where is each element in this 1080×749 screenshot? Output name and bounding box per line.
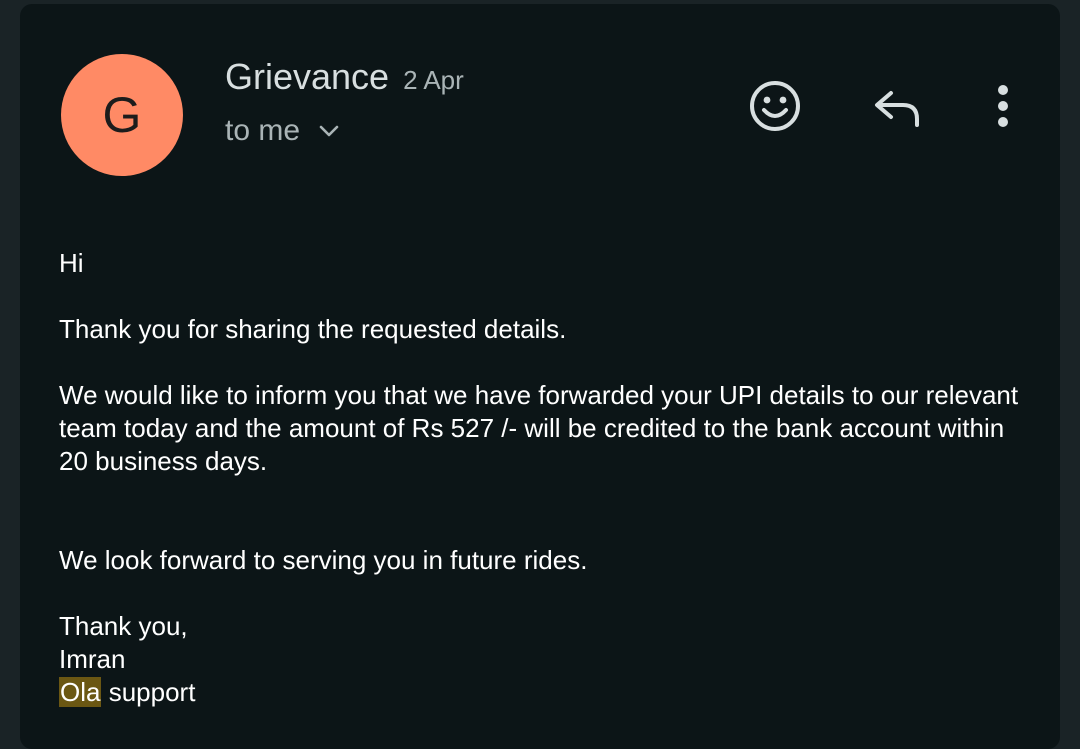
emoji-icon <box>750 81 800 131</box>
greeting-text: Hi <box>59 248 84 278</box>
more-options-button[interactable] <box>975 76 1031 136</box>
add-reaction-button[interactable] <box>745 76 805 136</box>
sender-name[interactable]: Grievance <box>225 56 389 98</box>
chevron-down-icon <box>318 120 340 142</box>
support-team-line: Ola support <box>59 676 195 709</box>
reply-button[interactable] <box>868 79 928 139</box>
search-highlight: Ola <box>59 677 102 707</box>
email-card: G Grievance 2 Apr to me Hi Thank you for… <box>20 4 1060 749</box>
sign-off-text: Thank you, <box>59 611 188 641</box>
sender-row: Grievance 2 Apr <box>225 56 464 98</box>
avatar-letter: G <box>102 87 142 143</box>
refund-info-text: We would like to inform you that we have… <box>59 380 1019 476</box>
recipient-details-toggle[interactable]: to me <box>225 114 340 148</box>
signer-name: Imran <box>59 644 126 674</box>
reply-icon <box>875 91 919 127</box>
avatar[interactable]: G <box>61 54 183 176</box>
thanks-text: Thank you for sharing the requested deta… <box>59 314 567 344</box>
closing-remark-text: We look forward to serving you in future… <box>59 545 588 575</box>
support-label: support <box>101 677 196 707</box>
recipient-label: to me <box>225 114 301 147</box>
email-date: 2 Apr <box>403 65 464 95</box>
more-vertical-icon <box>998 85 1008 127</box>
